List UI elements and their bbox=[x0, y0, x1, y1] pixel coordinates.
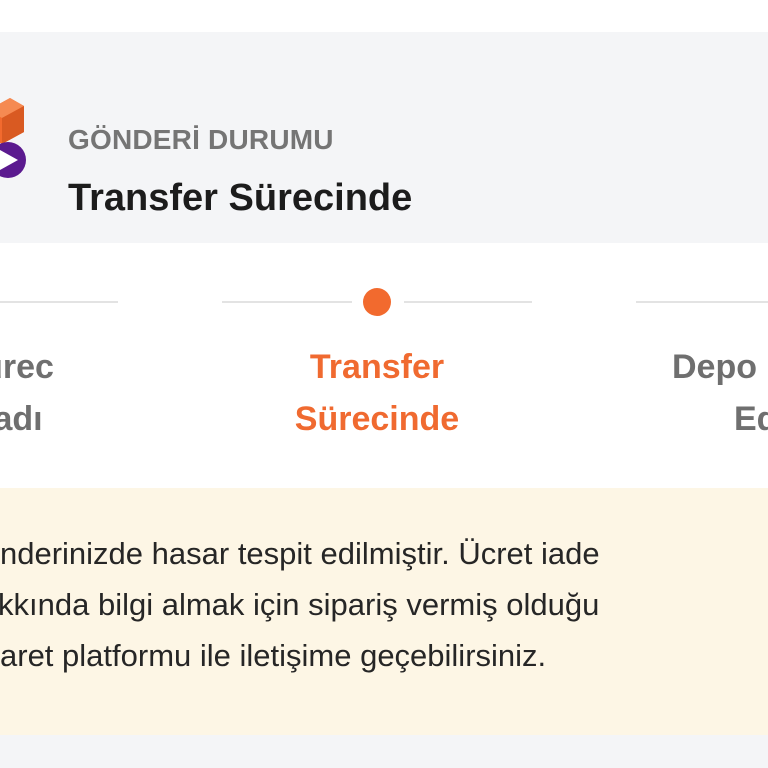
shipment-status-value: Transfer Sürecinde bbox=[68, 177, 413, 219]
package-delivery-icon bbox=[0, 98, 26, 178]
notice-line: kkında bilgi almak için sipariş vermiş o… bbox=[0, 587, 600, 622]
step-label-line2: Sürecinde bbox=[294, 400, 460, 438]
step-pending: Depo Ed bbox=[672, 341, 768, 445]
damage-notice: nderinizde hasar tespit edilmiştir. Ücre… bbox=[0, 488, 768, 735]
step-active: Transfer Sürecinde bbox=[227, 341, 527, 445]
shipment-status-card: GÖNDERİ DURUMU Transfer Sürecinde bbox=[0, 32, 768, 243]
notice-text: nderinizde hasar tespit edilmiştir. Ücre… bbox=[0, 528, 768, 681]
step-label-line2: adı bbox=[0, 400, 43, 438]
shipment-status-label: GÖNDERİ DURUMU bbox=[68, 124, 334, 155]
active-step-indicator bbox=[363, 288, 391, 316]
notice-line: aret platformu ile iletişime geçebilirsi… bbox=[0, 638, 547, 673]
bottom-divider bbox=[0, 735, 768, 768]
step-connector bbox=[0, 301, 118, 303]
shipment-progress-stepper: ürec adı Transfer Sürecinde Depo Ed bbox=[0, 243, 768, 488]
step-label-line1: Depo bbox=[672, 348, 757, 386]
step-connector bbox=[404, 301, 532, 303]
step-label-line2: Ed bbox=[734, 400, 768, 438]
step-completed: ürec adı bbox=[0, 341, 168, 445]
step-connector bbox=[222, 301, 352, 303]
step-label-line1: ürec bbox=[0, 348, 54, 386]
step-label-line1: Transfer bbox=[309, 348, 445, 386]
notice-line: nderinizde hasar tespit edilmiştir. Ücre… bbox=[0, 536, 600, 571]
step-connector bbox=[636, 301, 768, 303]
